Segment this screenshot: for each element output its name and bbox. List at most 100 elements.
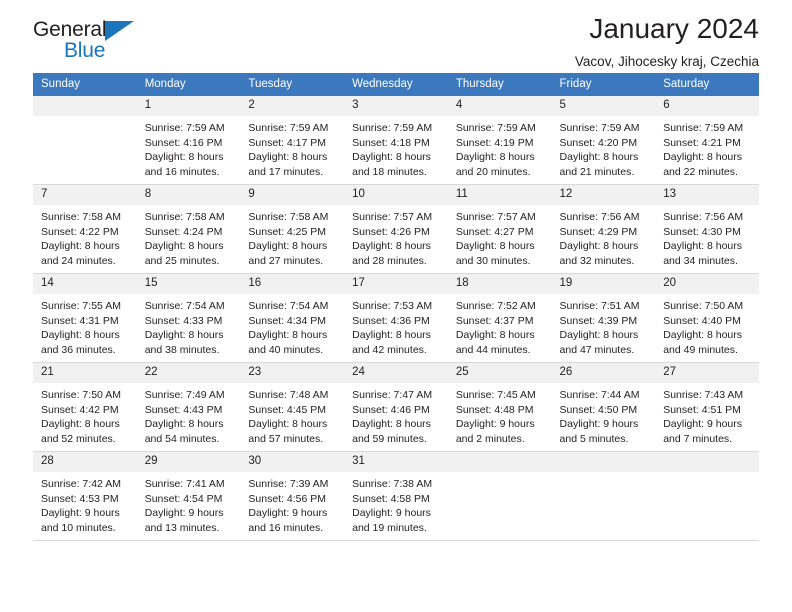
day-number: 25 (447, 363, 552, 383)
calendar-week-row: 28 Sunrise: 7:42 AM Sunset: 4:53 PM Dayligh… (33, 451, 759, 541)
sunrise-text: Sunrise: 7:54 AM (248, 300, 329, 312)
sunset-text: Sunset: 4:56 PM (248, 492, 327, 505)
day-sun-info: Sunrise: 7:49 AM Sunset: 4:43 PM Daylight:… (137, 383, 241, 446)
calendar-day-cell-empty (551, 451, 656, 541)
calendar-day-cell[interactable]: 26 Sunrise: 7:44 AM Sunset: 4:50 PM Dayligh… (551, 362, 656, 452)
day-sun-info: Sunrise: 7:41 AM Sunset: 4:54 PM Daylight:… (137, 472, 241, 535)
daylight-text-line1: Daylight: 8 hours (248, 151, 328, 164)
sunset-text: Sunset: 4:18 PM (352, 136, 430, 149)
calendar-day-cell[interactable]: 9 Sunrise: 7:58 AM Sunset: 4:25 PM Daylight… (240, 184, 345, 274)
day-sun-info: Sunrise: 7:50 AM Sunset: 4:42 PM Daylight:… (33, 383, 137, 446)
sunset-text: Sunset: 4:19 PM (455, 136, 534, 149)
day-number: 20 (655, 274, 759, 294)
calendar-day-cell[interactable]: 19 Sunrise: 7:51 AM Sunset: 4:39 PM Dayligh… (551, 273, 656, 363)
sunset-text: Sunset: 4:33 PM (144, 314, 223, 327)
day-number: 2 (240, 96, 345, 116)
day-sun-info: Sunrise: 7:43 AM Sunset: 4:51 PM Daylight:… (655, 383, 759, 446)
calendar-day-cell[interactable]: 23 Sunrise: 7:48 AM Sunset: 4:45 PM Dayligh… (240, 362, 345, 452)
sunrise-text: Sunrise: 7:57 AM (455, 211, 536, 223)
calendar-day-cell[interactable]: 30 Sunrise: 7:39 AM Sunset: 4:56 PM Dayligh… (240, 451, 345, 541)
calendar-day-cell[interactable]: 22 Sunrise: 7:49 AM Sunset: 4:43 PM Dayligh… (136, 362, 241, 452)
logo-triangle-icon (105, 21, 134, 41)
calendar-day-cell[interactable]: 6 Sunrise: 7:59 AM Sunset: 4:21 PM Daylight… (655, 95, 759, 185)
sunset-text: Sunset: 4:27 PM (455, 225, 534, 238)
calendar-day-cell[interactable]: 28 Sunrise: 7:42 AM Sunset: 4:53 PM Dayligh… (33, 451, 137, 541)
calendar-day-cell[interactable]: 1 Sunrise: 7:59 AM Sunset: 4:16 PM Daylight… (136, 95, 241, 185)
daylight-text-line1: Daylight: 8 hours (663, 151, 743, 164)
day-number: 27 (655, 363, 759, 383)
calendar-day-cell[interactable]: 3 Sunrise: 7:59 AM Sunset: 4:18 PM Daylight… (344, 95, 448, 185)
sunset-text: Sunset: 4:21 PM (663, 136, 741, 149)
sunset-text: Sunset: 4:58 PM (352, 492, 430, 505)
day-sun-info: Sunrise: 7:54 AM Sunset: 4:34 PM Daylight:… (240, 294, 344, 357)
calendar-day-cell[interactable]: 17 Sunrise: 7:53 AM Sunset: 4:36 PM Dayligh… (344, 273, 448, 363)
calendar-day-cell[interactable]: 4 Sunrise: 7:59 AM Sunset: 4:19 PM Daylight… (447, 95, 552, 185)
sunset-text: Sunset: 4:40 PM (663, 314, 741, 327)
calendar-day-cell[interactable]: 24 Sunrise: 7:47 AM Sunset: 4:46 PM Dayligh… (344, 362, 448, 452)
day-number: 24 (344, 363, 448, 383)
calendar-day-cell[interactable]: 10 Sunrise: 7:57 AM Sunset: 4:26 PM Dayligh… (344, 184, 448, 274)
calendar-day-cell[interactable]: 25 Sunrise: 7:45 AM Sunset: 4:48 PM Dayligh… (447, 362, 552, 452)
daylight-text-line2: and 7 minutes. (663, 432, 733, 445)
sunrise-sunset-calendar: Sunday Monday Tuesday Wednesday Thursday Frid… (33, 73, 759, 541)
calendar-day-cell[interactable]: 27 Sunrise: 7:43 AM Sunset: 4:51 PM Dayligh… (655, 362, 759, 452)
calendar-day-cell[interactable]: 20 Sunrise: 7:50 AM Sunset: 4:40 PM Dayligh… (655, 273, 759, 363)
calendar-day-cell[interactable]: 21 Sunrise: 7:50 AM Sunset: 4:42 PM Dayligh… (33, 362, 137, 452)
daylight-text-line2: and 34 minutes. (663, 254, 738, 267)
calendar-week-row: 1 Sunrise: 7:59 AM Sunset: 4:16 PM Daylight… (33, 95, 759, 185)
daylight-text-line2: and 30 minutes. (455, 254, 531, 267)
sunset-text: Sunset: 4:37 PM (455, 314, 534, 327)
sunrise-text: Sunrise: 7:59 AM (455, 122, 536, 134)
calendar-day-cell[interactable]: 14 Sunrise: 7:55 AM Sunset: 4:31 PM Dayligh… (33, 273, 137, 363)
calendar-day-cell[interactable]: 18 Sunrise: 7:52 AM Sunset: 4:37 PM Dayligh… (447, 273, 552, 363)
sunrise-text: Sunrise: 7:42 AM (41, 478, 121, 490)
sunrise-text: Sunrise: 7:47 AM (352, 389, 433, 401)
sunrise-text: Sunrise: 7:54 AM (144, 300, 225, 312)
sunrise-text: Sunrise: 7:38 AM (352, 478, 433, 490)
daylight-text-line2: and 24 minutes. (41, 254, 116, 267)
weekday-header-wednesday: Wednesday (344, 73, 448, 96)
calendar-day-cell[interactable]: 8 Sunrise: 7:58 AM Sunset: 4:24 PM Daylight… (136, 184, 241, 274)
calendar-day-cell[interactable]: 31 Sunrise: 7:38 AM Sunset: 4:58 PM Dayligh… (344, 451, 448, 541)
day-number: 5 (551, 96, 656, 116)
sunset-text: Sunset: 4:46 PM (352, 403, 430, 416)
day-number: 29 (136, 452, 241, 472)
calendar-day-cell[interactable]: 5 Sunrise: 7:59 AM Sunset: 4:20 PM Daylight… (551, 95, 656, 185)
calendar-day-cell[interactable]: 13 Sunrise: 7:56 AM Sunset: 4:30 PM Dayligh… (655, 184, 759, 274)
daylight-text-line1: Daylight: 8 hours (663, 240, 743, 253)
sunset-text: Sunset: 4:43 PM (144, 403, 223, 416)
calendar-day-cell[interactable]: 11 Sunrise: 7:57 AM Sunset: 4:27 PM Dayligh… (447, 184, 552, 274)
generalblue-logo[interactable]: General Blue (33, 18, 145, 64)
sunrise-text: Sunrise: 7:50 AM (41, 389, 121, 401)
daylight-text-line1: Daylight: 8 hours (144, 418, 224, 431)
day-number: 14 (33, 274, 137, 294)
daylight-text-line2: and 49 minutes. (663, 343, 738, 356)
daylight-text-line1: Daylight: 9 hours (248, 507, 328, 520)
calendar-day-cell[interactable]: 12 Sunrise: 7:56 AM Sunset: 4:29 PM Dayligh… (551, 184, 656, 274)
day-sun-info: Sunrise: 7:59 AM Sunset: 4:17 PM Daylight:… (240, 116, 344, 179)
day-sun-info: Sunrise: 7:53 AM Sunset: 4:36 PM Daylight:… (344, 294, 448, 357)
day-number: 17 (344, 274, 448, 294)
day-sun-info: Sunrise: 7:56 AM Sunset: 4:29 PM Daylight:… (552, 205, 656, 268)
day-sun-info: Sunrise: 7:51 AM Sunset: 4:39 PM Daylight:… (552, 294, 656, 357)
calendar-day-cell[interactable]: 15 Sunrise: 7:54 AM Sunset: 4:33 PM Dayligh… (136, 273, 241, 363)
daylight-text-line2: and 42 minutes. (352, 343, 427, 356)
day-sun-info: Sunrise: 7:58 AM Sunset: 4:24 PM Daylight:… (137, 205, 241, 268)
daylight-text-line2: and 44 minutes. (455, 343, 531, 356)
day-number (447, 452, 552, 472)
day-sun-info: Sunrise: 7:55 AM Sunset: 4:31 PM Daylight:… (33, 294, 137, 357)
weekday-header-tuesday: Tuesday (240, 73, 345, 96)
day-number: 23 (240, 363, 345, 383)
sunset-text: Sunset: 4:45 PM (248, 403, 327, 416)
calendar-day-cell[interactable]: 29 Sunrise: 7:41 AM Sunset: 4:54 PM Dayligh… (136, 451, 241, 541)
sunset-text: Sunset: 4:25 PM (248, 225, 327, 238)
day-sun-info: Sunrise: 7:58 AM Sunset: 4:25 PM Daylight:… (240, 205, 344, 268)
calendar-day-cell[interactable]: 7 Sunrise: 7:58 AM Sunset: 4:22 PM Daylight… (33, 184, 137, 274)
sunrise-text: Sunrise: 7:58 AM (248, 211, 329, 223)
sunrise-text: Sunrise: 7:56 AM (663, 211, 744, 223)
calendar-day-cell[interactable]: 2 Sunrise: 7:59 AM Sunset: 4:17 PM Daylight… (240, 95, 345, 185)
sunset-text: Sunset: 4:54 PM (144, 492, 223, 505)
daylight-text-line2: and 17 minutes. (248, 165, 324, 178)
calendar-day-cell[interactable]: 16 Sunrise: 7:54 AM Sunset: 4:34 PM Dayligh… (240, 273, 345, 363)
sunrise-text: Sunrise: 7:41 AM (144, 478, 225, 490)
